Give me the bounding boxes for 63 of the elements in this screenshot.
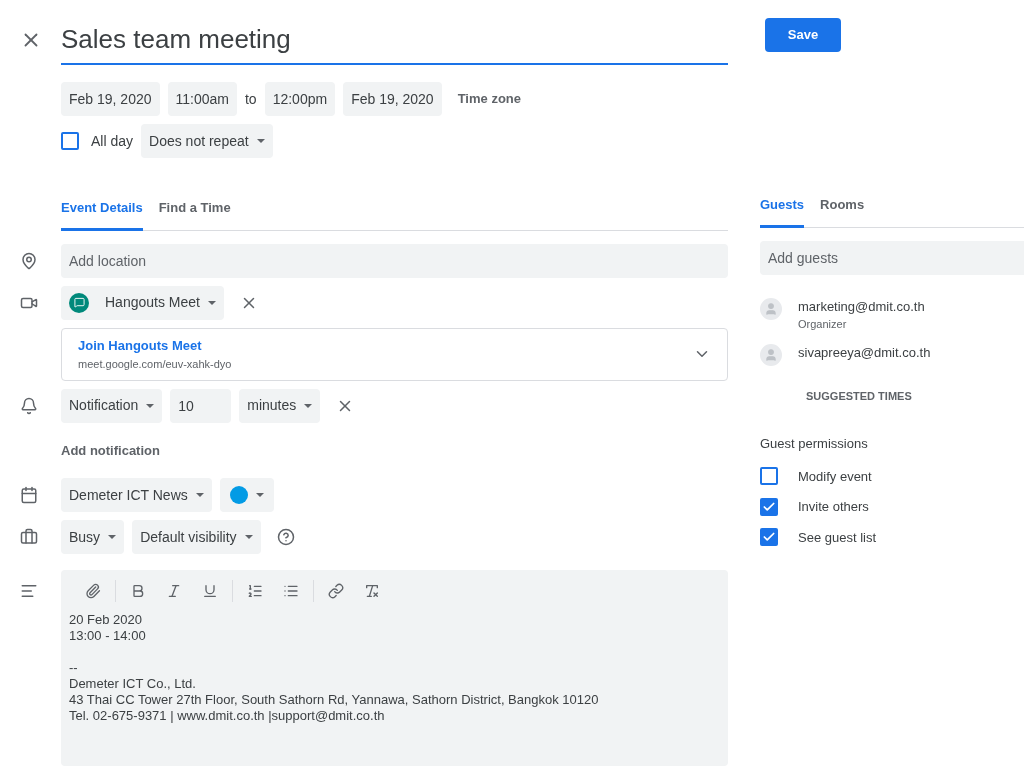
chat-bubble-icon [69,292,89,313]
all-day-label: All day [91,131,134,151]
bell-icon [20,396,38,415]
save-button[interactable]: Save [765,18,841,52]
description-line: 20 Feb 2020 [69,612,143,628]
help-icon[interactable] [276,528,295,546]
add-notification-button[interactable]: Add notification [61,440,160,460]
to-label: to [244,89,257,109]
notification-unit-dropdown[interactable]: minutes [239,388,321,423]
description-editor[interactable]: 20 Feb 2020 13:00 - 14:00 -- Demeter ICT Co., Ltd. 43 Thai CC Tower 27th Floor, South Sathorn Rd, Yannawa, Sathorn District, Bangkok 10120 Tel. 02-675-9371 | www.dmit.co.th |support@dmit.co.th [61,570,728,766]
meeting-url: meet.google.com/euv-xahk-dyo [78,356,233,372]
permission-label: See guest list [798,528,877,547]
repeat-dropdown[interactable]: Does not repeat [141,124,273,158]
description-line: 13:00 - 14:00 [69,628,147,644]
tab[interactable]: Find a Time [158,194,231,231]
dropdown-caret-icon [255,493,264,497]
calendar-icon [20,486,38,504]
conference-dropdown[interactable]: Hangouts Meet [61,285,224,320]
guest-role: Organizer [798,317,848,332]
guest-email: marketing@dmit.co.th [798,297,925,316]
all-day-checkbox[interactable] [61,132,79,150]
guest-email: sivapreeya@dmit.co.th [798,343,931,362]
end-date-button[interactable]: Feb 19, 2020 [343,82,442,116]
permission-checkbox[interactable] [760,528,778,547]
color-dropdown[interactable] [219,478,274,512]
tab[interactable]: Event Details [61,194,143,231]
notification-value-field[interactable]: 10 [170,388,232,423]
avatar-icon [760,297,782,320]
suggested-times-button[interactable]: SUGGESTED TIMES [806,387,912,404]
add-guests-field[interactable]: Add guests [760,240,1024,275]
start-date-button[interactable]: Feb 19, 2020 [61,82,160,116]
location-pin-icon [20,251,38,270]
dropdown-caret-icon [256,139,265,143]
briefcase-icon [20,528,38,546]
permission-label: Invite others [798,498,869,516]
dropdown-caret-icon [195,493,204,497]
description-line: Tel. 02-675-9371 | www.dmit.co.th |support@dmit.co.th [69,708,386,724]
tab[interactable]: Guests [760,191,805,228]
dropdown-caret-icon [146,403,155,408]
calendar-dropdown[interactable]: Demeter ICT News [61,478,212,512]
permission-checkbox[interactable] [760,497,778,516]
join-meeting-link[interactable]: Join Hangouts Meet [78,336,693,356]
title-field[interactable]: Sales team meeting [61,20,728,65]
time-zone-link[interactable]: Time zone [457,89,521,109]
location-field[interactable]: Add location [61,243,728,278]
description-line: 43 Thai CC Tower 27th Floor, South Sathorn Rd, Yannawa, Sathorn District, Bangkok 10120 [69,692,600,708]
notification-type-dropdown[interactable]: Notification [61,388,163,423]
start-time-button[interactable]: 11:00am [167,82,237,116]
dropdown-caret-icon [244,535,253,539]
permission-label: Modify event [798,467,872,486]
end-time-button[interactable]: 12:00pm [264,82,336,116]
description-line: -- [69,660,79,676]
availability-dropdown[interactable]: Busy [61,520,125,554]
tab[interactable]: Rooms [820,191,865,228]
dropdown-caret-icon [304,403,313,408]
dropdown-caret-icon [207,300,216,305]
permissions-heading: Guest permissions [760,435,869,453]
permission-checkbox[interactable] [760,467,778,486]
avatar-icon [760,343,782,366]
visibility-dropdown[interactable]: Default visibility [132,520,261,554]
description-lines-icon [20,582,38,600]
dropdown-caret-icon [108,535,117,539]
description-line: Demeter ICT Co., Ltd. [69,676,197,692]
